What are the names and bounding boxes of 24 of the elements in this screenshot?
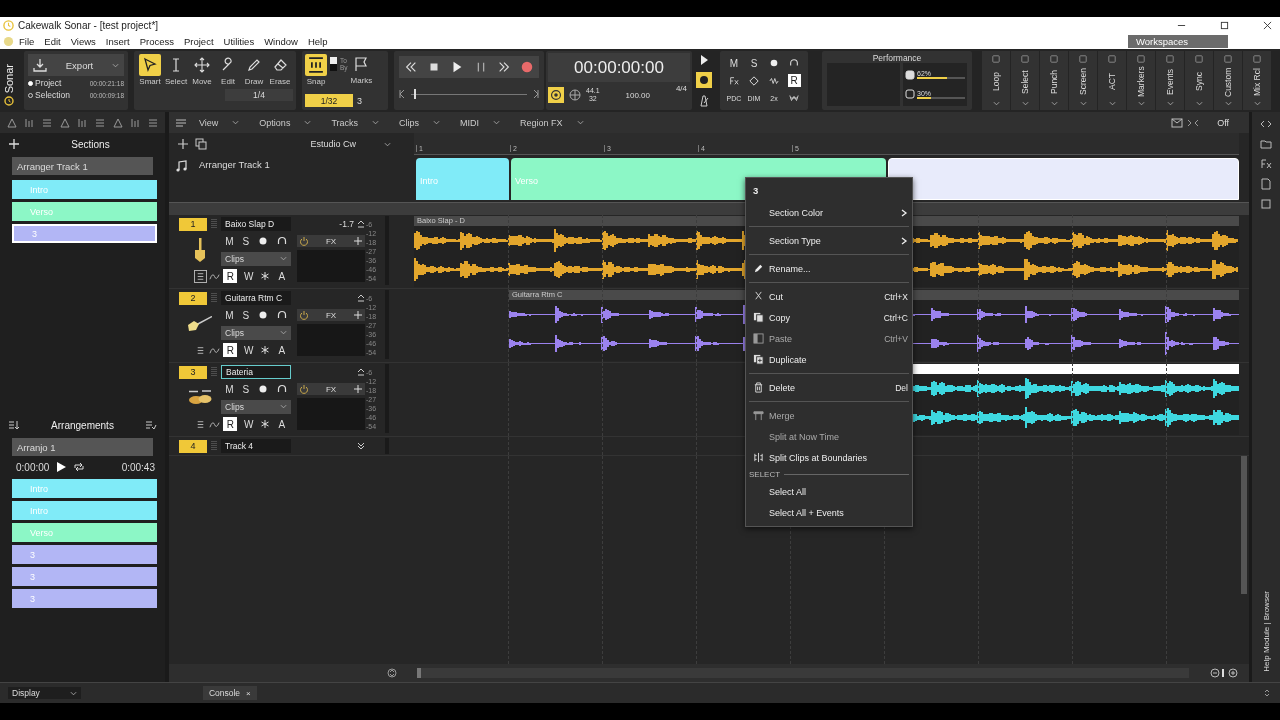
end-time: 0:00:43 xyxy=(121,461,155,473)
fx-header: FX xyxy=(297,383,365,395)
menu-group-label: SELECT xyxy=(749,470,781,479)
fx-header: FX xyxy=(297,309,365,321)
track-name: Arranger Track 1 xyxy=(199,159,270,170)
brand-name: Sonar xyxy=(3,63,15,93)
tempo-value: 100.00 xyxy=(624,90,651,100)
start-time: 0:00:00 xyxy=(16,461,50,473)
meter-value: 4/4 xyxy=(675,84,688,95)
volume-value: -1.7 xyxy=(339,219,354,229)
menu-header: 3 xyxy=(752,184,760,198)
panel-title: Performance xyxy=(871,53,923,63)
sections-title: Sections xyxy=(70,138,111,150)
arrangements-title: Arrangements xyxy=(50,419,115,431)
fx-header: FX xyxy=(297,235,365,247)
track-number: 1 xyxy=(179,217,207,231)
track-number: 2 xyxy=(179,291,207,305)
track-number: 4 xyxy=(179,439,207,453)
range-label: Selection xyxy=(35,90,71,100)
track-number: 3 xyxy=(179,365,207,379)
window-title: Cakewalk Sonar - [test project*] xyxy=(18,20,159,31)
range-label: Project xyxy=(35,78,63,88)
time-display: 00:00:00:00 xyxy=(548,53,690,82)
marks-count: 3 xyxy=(357,95,362,106)
